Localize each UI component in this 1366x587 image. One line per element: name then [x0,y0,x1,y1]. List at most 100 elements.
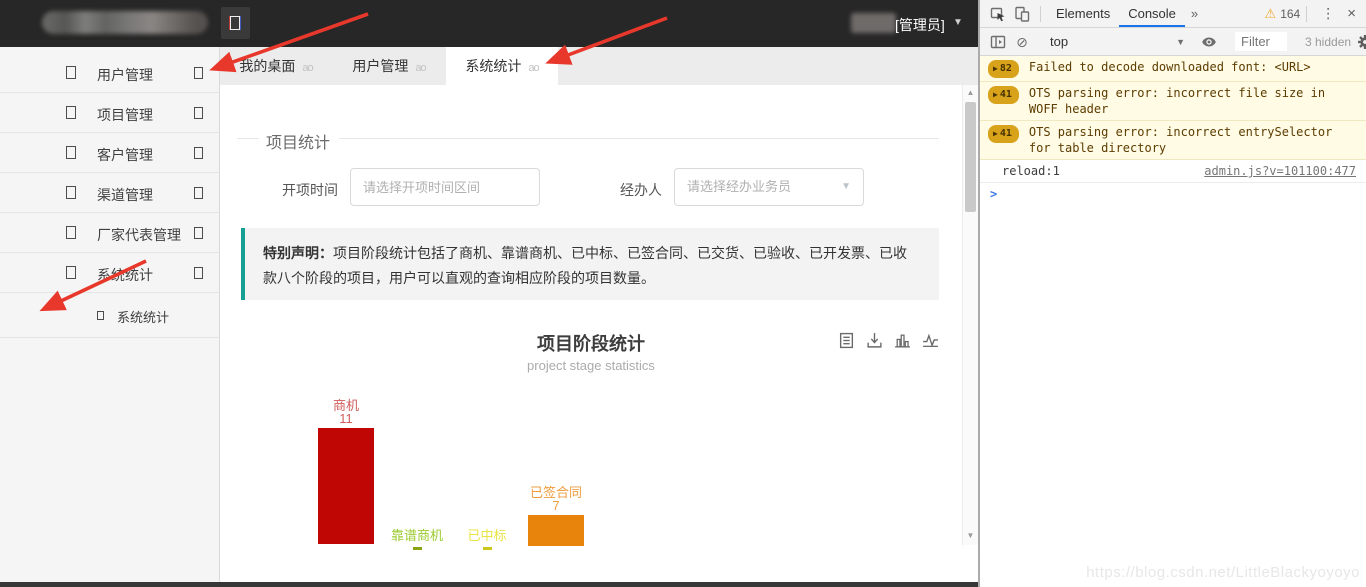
expand-icon[interactable] [194,227,203,239]
content-scrollbar[interactable]: ▲ ▼ [962,85,978,545]
sidebar-item-user-mgmt[interactable]: 用户管理 [0,53,220,93]
console-log-row: reload:1 admin.js?v=101100:477 [980,160,1366,183]
warning-counter[interactable]: ⚠ 164 [1265,6,1301,22]
scroll-down-icon[interactable]: ▼ [963,531,978,540]
logo-blurred [42,11,208,34]
bar [318,428,374,544]
expand-icon[interactable] [194,67,203,79]
sidebar-subitem-system-stats[interactable]: 系统统计 [0,293,220,338]
tab-close-icon[interactable]: ao [528,62,538,74]
chart-subtitle: project stage statistics [220,358,962,373]
repeat-count-badge[interactable]: ▶41 [988,86,1019,104]
menu-item-icon [66,146,76,159]
save-as-image-icon[interactable] [866,332,883,349]
bar-group: 商机11 [318,399,374,544]
expand-icon[interactable] [194,187,203,199]
console-prompt[interactable]: > [980,183,1366,205]
tab-system-stats[interactable]: 系统统计ao [446,47,558,85]
tiny-bar [483,547,492,550]
source-link[interactable]: admin.js?v=101100:477 [1204,163,1356,179]
console-filter-input[interactable] [1235,32,1287,51]
sidebar-item-system-stats[interactable]: 系统统计 [0,253,220,293]
bar-chart-type-icon[interactable] [894,332,911,349]
expand-triangle-icon: ▶ [993,90,998,99]
divider [1040,6,1041,22]
tab-my-desktop[interactable]: 我的桌面ao [220,47,332,85]
console-settings-gear-icon[interactable] [1357,34,1366,50]
data-view-icon[interactable] [838,332,855,349]
devtools-panel: Elements Console » ⚠ 164 ⋮ × ⊘ top ▼ 3 h… [978,0,1366,587]
console-warning-text: Failed to decode downloaded font: <URL> [1029,59,1311,75]
more-tabs-icon[interactable]: » [1185,6,1204,21]
tab-bar: 我的桌面ao 用户管理ao 系统统计ao [220,47,978,85]
console-warning-text: OTS parsing error: incorrect file size i… [1029,85,1358,117]
line-chart-type-icon[interactable] [922,332,939,349]
date-range-input[interactable] [350,168,540,206]
section-title: 项目统计 [266,129,330,153]
console-toolbar: ⊘ top ▼ 3 hidden [980,28,1366,56]
menu-item-icon [66,266,76,279]
expand-icon[interactable] [194,267,203,279]
special-notice-box: 特别声明：项目阶段统计包括了商机、靠谱商机、已中标、已签合同、已交货、已验收、已… [241,228,939,300]
devtools-tab-console[interactable]: Console [1119,0,1185,27]
context-selector[interactable]: top [1050,34,1068,49]
sidebar-item-project-mgmt[interactable]: 项目管理 [0,93,220,133]
window-bottom-edge [0,582,978,587]
clear-console-icon[interactable]: ⊘ [1014,34,1030,50]
scroll-up-icon[interactable]: ▲ [963,88,978,97]
agent-select[interactable]: 请选择经办业务员 ▼ [674,168,864,206]
expand-icon[interactable] [194,147,203,159]
devtools-tab-elements[interactable]: Elements [1047,0,1119,27]
devtools-menu-icon[interactable]: ⋮ [1313,5,1343,22]
menu-item-icon [66,66,76,79]
section-divider [339,138,939,139]
admin-role-label: [管理员] [895,15,945,35]
menu-toggle-button[interactable] [221,7,250,39]
repeat-count-badge[interactable]: ▶41 [988,125,1019,143]
hidden-messages-label[interactable]: 3 hidden [1305,35,1351,49]
bar-category-label: 已中标 [459,529,515,542]
agent-label: 经办人 [620,180,662,200]
expand-triangle-icon: ▶ [993,129,998,138]
app-header: [管理员] ▼ [0,0,978,47]
section-divider [237,138,259,139]
menu-item-icon [66,106,76,119]
console-warning-text: OTS parsing error: incorrect entrySelect… [1029,124,1358,156]
tiny-bar [413,547,422,550]
console-warning-row[interactable]: ▶41 OTS parsing error: incorrect entrySe… [980,121,1366,160]
console-warning-row[interactable]: ▶41 OTS parsing error: incorrect file si… [980,82,1366,121]
eye-icon[interactable] [1201,34,1217,50]
sidebar: 用户管理 项目管理 客户管理 渠道管理 厂家代表管理 系统统计 系统统计 [0,47,220,583]
devtools-close-icon[interactable]: × [1343,5,1360,22]
chart-toolbox [838,332,939,349]
console-warning-row[interactable]: ▶82 Failed to decode downloaded font: <U… [980,56,1366,82]
tab-close-icon[interactable]: ao [302,62,312,74]
sidebar-item-vendor-rep-mgmt[interactable]: 厂家代表管理 [0,213,220,253]
expand-icon[interactable] [194,107,203,119]
bar-value-label: 11 [318,412,374,425]
scrollbar-thumb[interactable] [965,102,976,212]
tab-user-mgmt[interactable]: 用户管理ao [332,47,446,85]
inspect-element-icon[interactable] [990,6,1006,22]
submenu-item-icon [97,311,104,320]
sidebar-item-channel-mgmt[interactable]: 渠道管理 [0,173,220,213]
notice-title: 特别声明： [263,245,333,261]
console-sidebar-icon[interactable] [990,34,1006,50]
bar-category-label: 靠谱商机 [389,529,445,542]
device-toolbar-icon[interactable] [1014,6,1030,22]
menu-icon [230,16,240,30]
log-text: reload:1 [1002,163,1060,179]
expand-triangle-icon: ▶ [993,64,998,73]
username-blurred [851,13,896,33]
divider [1306,6,1307,22]
console-log-area: ▶82 Failed to decode downloaded font: <U… [980,56,1366,205]
date-range-label: 开项时间 [282,180,338,200]
tab-close-icon[interactable]: ao [415,62,425,74]
repeat-count-badge[interactable]: ▶82 [988,60,1019,78]
warning-triangle-icon: ⚠ [1265,6,1277,22]
bar-group: 靠谱商机 [389,529,445,550]
sidebar-item-customer-mgmt[interactable]: 客户管理 [0,133,220,173]
menu-item-icon [66,226,76,239]
chevron-down-icon: ▼ [1176,37,1185,47]
user-menu-caret-icon[interactable]: ▼ [953,17,963,28]
